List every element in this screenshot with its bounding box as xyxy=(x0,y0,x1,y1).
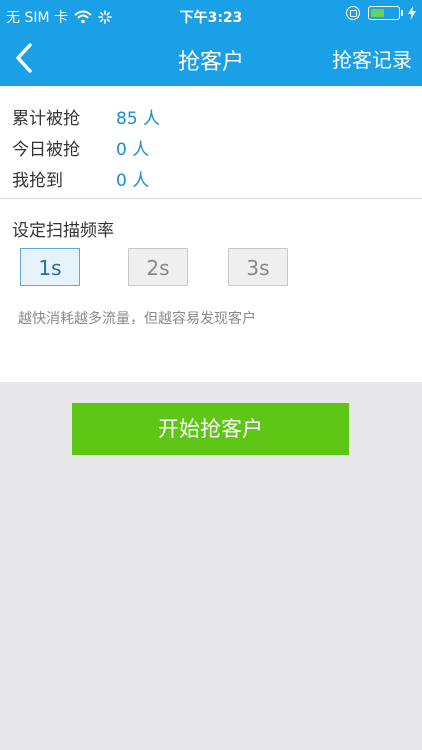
rotation-lock-icon xyxy=(346,6,360,20)
frequency-hint: 越快消耗越多流量，但越容易发现客户 xyxy=(18,311,256,327)
frequency-option-3s[interactable]: 3s xyxy=(228,248,288,286)
stat-today-grabbed: 今日被抢 0 人 xyxy=(12,135,149,160)
stats-panel: 累计被抢 85 人 今日被抢 0 人 我抢到 0 人 设定扫描频率 1s 2s … xyxy=(0,86,422,382)
nav-bar: 抢客户 抢客记录 xyxy=(0,30,422,86)
battery-fill xyxy=(371,9,385,17)
stat-value: 85 人 xyxy=(116,109,161,129)
stat-label: 今日被抢 xyxy=(12,140,80,160)
status-bar: 无 SIM 卡 下午3:23 xyxy=(0,0,422,30)
frequency-option-1s[interactable]: 1s xyxy=(20,248,80,286)
status-right xyxy=(346,6,416,20)
divider xyxy=(0,198,422,199)
grab-records-link[interactable]: 抢客记录 xyxy=(332,44,412,73)
stat-value: 0 人 xyxy=(116,171,150,191)
header: 无 SIM 卡 下午3:23 抢客户 抢客记录 xyxy=(0,0,422,86)
battery-icon xyxy=(368,6,403,20)
frequency-title: 设定扫描频率 xyxy=(12,221,114,241)
stat-label: 我抢到 xyxy=(12,171,63,191)
stat-label: 累计被抢 xyxy=(12,109,80,129)
frequency-option-2s[interactable]: 2s xyxy=(128,248,188,286)
stat-my-grabs: 我抢到 0 人 xyxy=(12,166,149,191)
stat-total-grabbed: 累计被抢 85 人 xyxy=(12,104,160,129)
stat-value: 0 人 xyxy=(116,140,150,160)
start-grab-button[interactable]: 开始抢客户 xyxy=(72,403,349,455)
charging-bolt-icon xyxy=(408,6,416,20)
